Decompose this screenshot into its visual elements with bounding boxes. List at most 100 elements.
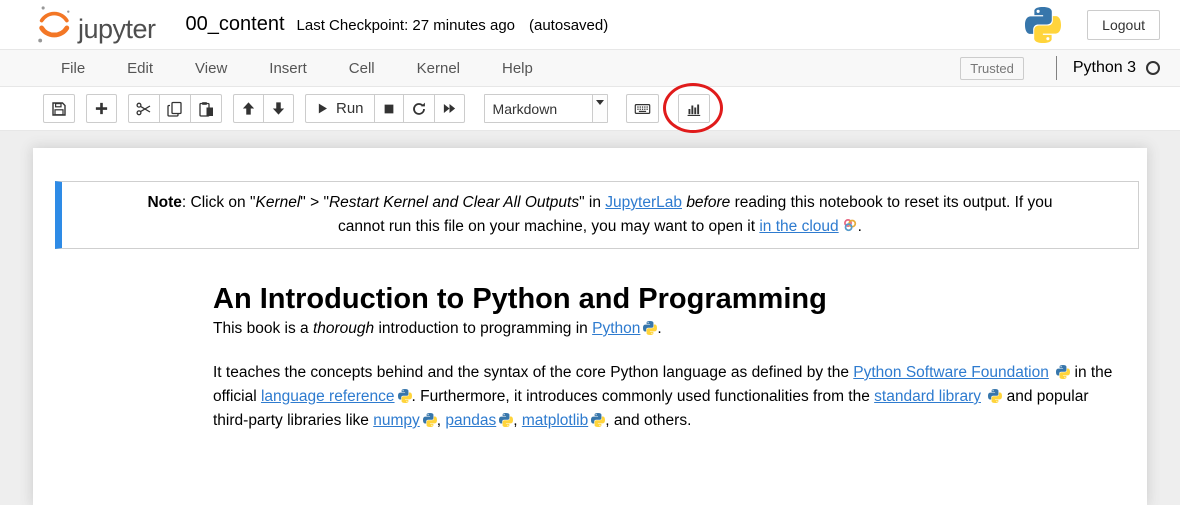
move-cell-down-button[interactable]	[263, 94, 294, 123]
python-icon	[398, 389, 412, 403]
menu-edit[interactable]: Edit	[106, 51, 174, 86]
python-icon	[643, 321, 657, 335]
add-cell-button[interactable]	[86, 94, 117, 123]
header: jupyter 00_content Last Checkpoint: 27 m…	[0, 0, 1180, 50]
jupyter-logo-icon	[35, 4, 72, 46]
body-text: .	[657, 320, 661, 337]
intro-paragraph: This book is a thorough introduction to …	[213, 317, 1117, 341]
chevron-down-icon	[596, 100, 604, 105]
save-button[interactable]	[43, 94, 75, 123]
move-cell-up-button[interactable]	[233, 94, 264, 123]
jupyter-logo[interactable]: jupyter	[35, 4, 156, 46]
menu-cell[interactable]: Cell	[328, 51, 396, 86]
menu-kernel[interactable]: Kernel	[396, 51, 481, 86]
menu-bar: File Edit View Insert Cell Kernel Help T…	[0, 50, 1180, 87]
binder-icon	[842, 217, 858, 233]
cell-toolbar-button[interactable]	[678, 94, 710, 123]
menu-help[interactable]: Help	[481, 51, 554, 86]
interrupt-kernel-button[interactable]	[374, 94, 404, 123]
python-icon	[1056, 365, 1070, 379]
run-cell-button[interactable]: Run	[305, 94, 375, 123]
play-icon	[316, 102, 329, 115]
logout-button[interactable]: Logout	[1087, 10, 1160, 40]
python-link[interactable]: Python	[592, 320, 640, 337]
matplotlib-link-text: matplotlib	[522, 412, 588, 429]
language-reference-link[interactable]: language reference	[261, 388, 395, 405]
python-icon	[423, 413, 437, 427]
note-text: .	[858, 218, 862, 235]
notebook-title[interactable]: 00_content	[186, 13, 285, 36]
psf-link[interactable]: Python Software Foundation	[853, 364, 1049, 381]
cell-type-value: Markdown	[485, 101, 592, 117]
cloud-link[interactable]: in the cloud	[759, 218, 838, 235]
paste-icon	[198, 101, 214, 117]
matplotlib-link[interactable]: matplotlib	[522, 412, 588, 429]
notebook-toolbar: Run Markdown	[0, 87, 1180, 131]
body-text: ,	[513, 412, 522, 429]
description-paragraph: It teaches the concepts behind and the s…	[213, 361, 1117, 433]
body-text: introduction to programming in	[374, 320, 592, 337]
command-palette-button[interactable]	[626, 94, 659, 123]
kernel-idle-icon	[1146, 61, 1160, 75]
body-text: It teaches the concepts behind and the s…	[213, 364, 853, 381]
notebook-scroll-area[interactable]: Note: Click on "Kernel" > "Restart Kerne…	[0, 131, 1180, 505]
numpy-link-text: numpy	[373, 412, 420, 429]
cut-icon	[136, 101, 152, 117]
python-icon	[499, 413, 513, 427]
kernel-name: Python 3	[1073, 59, 1136, 77]
menu-file[interactable]: File	[40, 51, 106, 86]
cloud-link-text: in the cloud	[759, 218, 838, 235]
trusted-badge[interactable]: Trusted	[960, 57, 1024, 80]
plus-icon	[94, 101, 109, 116]
keyboard-icon	[634, 101, 651, 117]
jupyterlab-link-text: JupyterLab	[605, 194, 682, 211]
body-text: This book is a	[213, 320, 313, 337]
body-text: . Furthermore, it introduces commonly us…	[412, 388, 875, 405]
cell-type-select[interactable]: Markdown	[484, 94, 608, 123]
python-icon	[988, 389, 1002, 403]
note-label: Note	[147, 194, 181, 211]
fast-forward-icon	[442, 101, 457, 116]
paste-cell-button[interactable]	[190, 94, 222, 123]
note-callout: Note: Click on "Kernel" > "Restart Kerne…	[55, 181, 1139, 249]
python-icon	[591, 413, 605, 427]
stop-icon	[382, 102, 396, 116]
markdown-cell[interactable]: An Introduction to Python and Programmin…	[33, 281, 1147, 433]
autosave-status: (autosaved)	[529, 17, 608, 34]
note-text: " in	[579, 194, 605, 211]
body-emphasis: thorough	[313, 320, 374, 337]
select-scroll-strip	[592, 95, 607, 122]
note-kernel-menu: Kernel	[255, 194, 300, 211]
refresh-icon	[411, 101, 427, 117]
psf-link-text: Python Software Foundation	[853, 364, 1049, 381]
restart-run-all-button[interactable]	[434, 94, 465, 123]
menu-insert[interactable]: Insert	[248, 51, 328, 86]
jupyter-logo-text: jupyter	[78, 16, 156, 46]
kernel-divider	[1056, 56, 1057, 80]
note-restart-item: Restart Kernel and Clear All Outputs	[329, 194, 579, 211]
run-label: Run	[336, 100, 364, 117]
arrow-up-icon	[241, 101, 256, 116]
menu-view[interactable]: View	[174, 51, 248, 86]
arrow-down-icon	[271, 101, 286, 116]
language-reference-link-text: language reference	[261, 388, 395, 405]
pandas-link[interactable]: pandas	[445, 412, 496, 429]
pandas-link-text: pandas	[445, 412, 496, 429]
jupyterlab-link[interactable]: JupyterLab	[605, 194, 682, 211]
page-title: An Introduction to Python and Programmin…	[213, 281, 1117, 317]
checkpoint-status: Last Checkpoint: 27 minutes ago	[297, 17, 515, 34]
note-text: " > "	[300, 194, 329, 211]
note-text: : Click on "	[182, 194, 256, 211]
body-text: , and others.	[605, 412, 691, 429]
save-icon	[51, 101, 67, 117]
bar-chart-icon	[686, 101, 702, 117]
note-before-word: before	[686, 194, 730, 211]
restart-kernel-button[interactable]	[403, 94, 435, 123]
python-logo	[1025, 7, 1061, 43]
numpy-link[interactable]: numpy	[373, 412, 420, 429]
standard-library-link-text: standard library	[874, 388, 981, 405]
copy-cell-button[interactable]	[159, 94, 191, 123]
cut-cell-button[interactable]	[128, 94, 160, 123]
standard-library-link[interactable]: standard library	[874, 388, 981, 405]
python-link-text: Python	[592, 320, 640, 337]
